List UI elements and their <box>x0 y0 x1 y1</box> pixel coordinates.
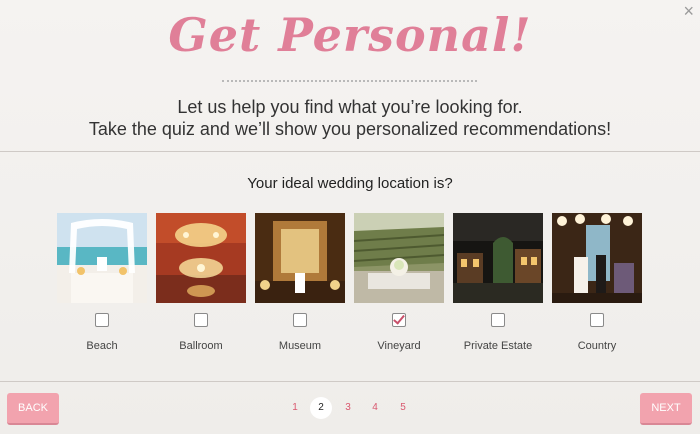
option-museum[interactable]: Museum <box>255 213 345 352</box>
back-button[interactable]: BACK <box>7 393 59 425</box>
checkbox-ballroom[interactable] <box>194 313 208 327</box>
option-country[interactable]: Country <box>552 213 642 352</box>
beach-image[interactable] <box>57 213 147 303</box>
private-estate-image[interactable] <box>453 213 543 303</box>
option-vineyard[interactable]: Vineyard <box>354 213 444 352</box>
divider-top <box>0 151 700 152</box>
options-row: Beach Ballroom Museum Vineyard Private E… <box>57 213 647 358</box>
vineyard-image[interactable] <box>354 213 444 303</box>
page-title: Get Personal! <box>168 8 532 62</box>
option-label-private-estate: Private Estate <box>463 340 533 352</box>
checkbox-vineyard[interactable] <box>392 313 406 327</box>
option-beach[interactable]: Beach <box>57 213 147 352</box>
page-link-5[interactable]: 5 <box>392 397 414 419</box>
intro-line-1: Let us help you find what you’re looking… <box>177 97 523 117</box>
option-label-beach: Beach <box>86 340 118 352</box>
page-link-3[interactable]: 3 <box>337 397 359 419</box>
ballroom-image[interactable] <box>156 213 246 303</box>
checkbox-museum[interactable] <box>293 313 307 327</box>
intro-line-2: Take the quiz and we’ll show you persona… <box>88 119 612 139</box>
quiz-modal: × Get Personal! Let us help you find wha… <box>0 0 700 434</box>
question-text: Your ideal wedding location is? <box>247 175 453 192</box>
option-label-ballroom: Ballroom <box>179 340 223 352</box>
country-image[interactable] <box>552 213 642 303</box>
divider-bottom <box>0 381 700 382</box>
option-label-country: Country <box>577 340 617 352</box>
page-link-1[interactable]: 1 <box>284 397 306 419</box>
next-button[interactable]: NEXT <box>640 393 692 425</box>
page-link-4[interactable]: 4 <box>364 397 386 419</box>
option-label-vineyard: Vineyard <box>377 340 421 352</box>
page-link-2[interactable]: 2 <box>310 397 332 419</box>
museum-image[interactable] <box>255 213 345 303</box>
checkbox-country[interactable] <box>590 313 604 327</box>
option-label-museum: Museum <box>278 340 322 352</box>
option-private-estate[interactable]: Private Estate <box>453 213 543 352</box>
title-divider <box>222 80 477 82</box>
checkbox-private-estate[interactable] <box>491 313 505 327</box>
option-ballroom[interactable]: Ballroom <box>156 213 246 352</box>
checkbox-beach[interactable] <box>95 313 109 327</box>
intro-text: Let us help you find what you’re looking… <box>0 96 700 140</box>
